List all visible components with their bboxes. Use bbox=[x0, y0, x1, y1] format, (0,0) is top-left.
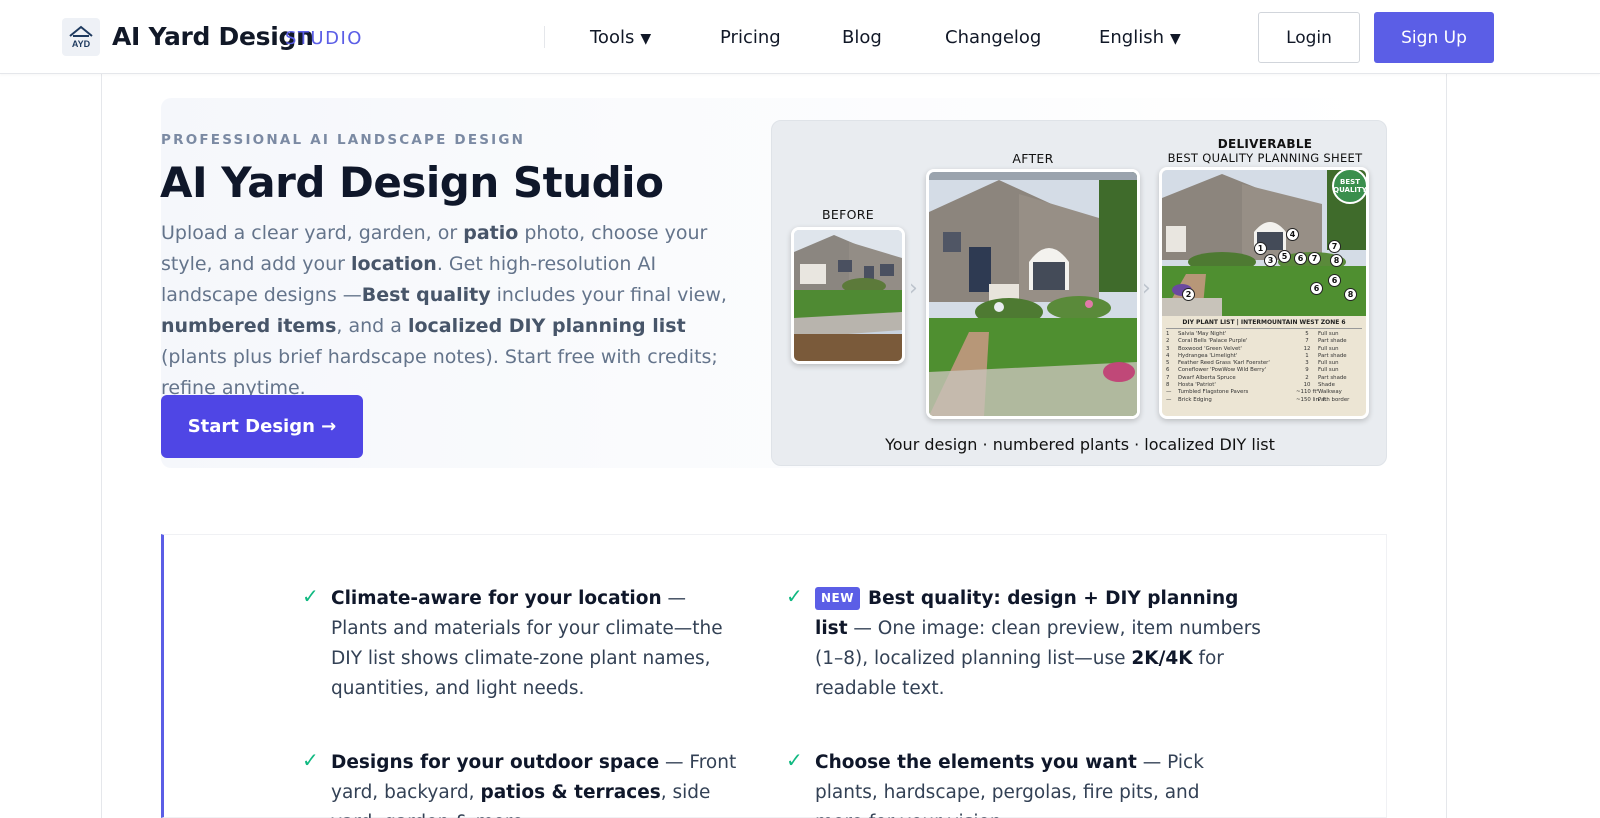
plant-list-row: 2 Coral Bells 'Palace Purple' 7 Part shade bbox=[1166, 338, 1347, 345]
deliverable-label: DELIVERABLE bbox=[1217, 137, 1313, 151]
brand-name[interactable]: AI Yard Design bbox=[112, 22, 314, 51]
nav-changelog[interactable]: Changelog bbox=[945, 27, 1041, 48]
before-label: BEFORE bbox=[822, 207, 874, 222]
nav-divider bbox=[544, 26, 545, 48]
deliverable-subtitle: BEST QUALITY PLANNING SHEET bbox=[1167, 151, 1363, 165]
plant-list-row: 4 Hydrangea 'Limelight' 1 Part shade bbox=[1166, 352, 1347, 359]
plant-list-row: 7 Dwarf Alberta Spruce 2 Part shade bbox=[1166, 374, 1347, 381]
brand-subtitle: STUDIO bbox=[285, 28, 363, 49]
nav-pricing[interactable]: Pricing bbox=[720, 27, 781, 48]
plant-list-row: 1 Salvia 'May Night' 5 Full sun bbox=[1166, 331, 1339, 337]
plant-list-rows: 1 Salvia 'May Night' 5 Full sun 2 Coral Bells… bbox=[1166, 331, 1362, 404]
feature-best-quality: NEW Best quality: design + DIY planning l… bbox=[815, 587, 1261, 699]
language-selector[interactable]: English ▼ bbox=[1099, 27, 1181, 48]
showcase-caption: Your design · numbered plants · localize… bbox=[885, 435, 1275, 454]
plant-list-sheet: DIY PLANT LIST | INTERMOUNTAIN WEST ZONE… bbox=[1162, 316, 1366, 416]
marker-6b: 6 bbox=[1310, 282, 1323, 295]
nav-blog[interactable]: Blog bbox=[842, 27, 882, 48]
marker-6: 6 bbox=[1328, 274, 1341, 287]
check-icon: ✓ bbox=[302, 584, 319, 608]
plant-list-title: DIY PLANT LIST | INTERMOUNTAIN WEST ZONE… bbox=[1166, 319, 1362, 329]
hero-description: Upload a clear yard, garden, or patio ph… bbox=[161, 222, 727, 399]
plant-list-row: — Brick Edging ~150 lin. ft. Path border bbox=[1166, 396, 1350, 403]
feature-climate: Climate-aware for your location — Plants… bbox=[331, 588, 723, 699]
plant-list-row: 6 Coneflower 'PowWow Wild Berry' 9 Full sun bbox=[1166, 367, 1339, 374]
marker-7: 7 bbox=[1328, 240, 1341, 253]
marker-5: 5 bbox=[1278, 250, 1291, 263]
after-image bbox=[926, 169, 1140, 419]
top-nav: AYD AI Yard Design STUDIO Tools ▼ Pricing… bbox=[0, 0, 1600, 74]
language-label: English bbox=[1099, 27, 1164, 48]
chevron-down-icon: ▼ bbox=[640, 31, 652, 47]
marker-4: 4 bbox=[1286, 228, 1299, 241]
chevron-down-icon: ▼ bbox=[1170, 31, 1181, 47]
plant-list-row: 5 Feather Reed Grass 'Karl Foerster' 3 Full… bbox=[1166, 360, 1339, 367]
marker-7a: 7 bbox=[1308, 252, 1321, 265]
marker-6a: 6 bbox=[1294, 252, 1307, 265]
after-label: AFTER bbox=[1012, 151, 1054, 166]
marker-3: 3 bbox=[1264, 254, 1277, 267]
start-design-button[interactable]: Start Design → bbox=[161, 395, 363, 458]
nav-tools-label: Tools bbox=[590, 27, 635, 48]
feature-elements: Choose the elements you want — Pick plan… bbox=[815, 752, 1204, 818]
marker-2: 2 bbox=[1182, 288, 1195, 301]
check-icon: ✓ bbox=[302, 748, 319, 772]
chevron-right-icon: › bbox=[909, 276, 918, 301]
new-badge: NEW bbox=[815, 587, 860, 610]
check-icon: ✓ bbox=[786, 748, 803, 772]
hero-eyebrow: PROFESSIONAL AI LANDSCAPE DESIGN bbox=[161, 132, 526, 148]
nav-tools[interactable]: Tools ▼ bbox=[590, 27, 651, 48]
check-icon: ✓ bbox=[786, 584, 803, 608]
showcase-card: BEFORE AFTER DELIVERABLE BEST QUALITY PL… bbox=[771, 120, 1387, 466]
login-button[interactable]: Login bbox=[1258, 12, 1360, 63]
before-image bbox=[791, 227, 905, 364]
logo-icon[interactable]: AYD bbox=[62, 18, 100, 56]
plant-list-row: 8 Hosta 'Patriot' 10 Shade bbox=[1166, 382, 1335, 389]
plant-list-row: — Tumbled Flagstone Pavers ~110 ft² Walkway bbox=[1166, 389, 1342, 396]
signup-button[interactable]: Sign Up bbox=[1374, 12, 1494, 63]
feature-outdoor-space: Designs for your outdoor space — Front y… bbox=[331, 752, 737, 818]
marker-8a: 8 bbox=[1330, 254, 1343, 267]
chevron-right-icon: › bbox=[1142, 276, 1151, 301]
best-quality-badge: BEST QUALITY bbox=[1332, 170, 1366, 204]
plant-list-row: 3 Boxwood 'Green Velvet' 12 Full sun bbox=[1166, 345, 1339, 352]
marker-8: 8 bbox=[1344, 288, 1357, 301]
page-title: AI Yard Design Studio bbox=[160, 158, 664, 207]
svg-text:AYD: AYD bbox=[72, 39, 91, 49]
marker-1: 1 bbox=[1254, 242, 1267, 255]
deliverable-image: BEST QUALITY 1 2 3 4 5 6 7 7 8 6 6 8 DIY … bbox=[1159, 167, 1369, 419]
